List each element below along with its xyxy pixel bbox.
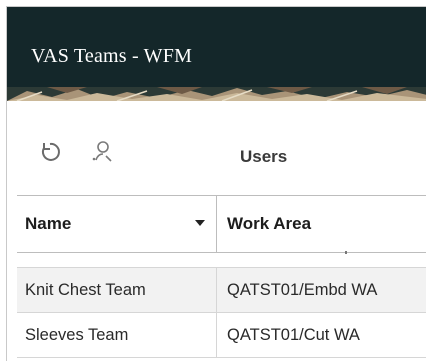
- page-title: VAS Teams - WFM: [31, 45, 193, 67]
- user-search-icon[interactable]: [89, 139, 115, 165]
- users-label[interactable]: Users: [240, 147, 287, 167]
- column-header-work-area-label: Work Area: [227, 214, 312, 233]
- refresh-icon[interactable]: [37, 139, 63, 165]
- cell-work-area: QATST01/Cut WA: [227, 325, 360, 344]
- header-decorative-pattern: [7, 87, 426, 101]
- page-header: VAS Teams - WFM: [7, 7, 426, 101]
- toolbar: Users: [7, 125, 426, 181]
- cell-name: Sleeves Team: [17, 313, 217, 357]
- table-header: Name Work Area: [17, 195, 426, 253]
- app-frame: VAS Teams - WFM Users Name Work Area Kni…: [6, 6, 426, 361]
- cell-name: Knit Chest Team: [17, 268, 217, 312]
- teams-table: Name Work Area Knit Chest Team QATST01/E…: [17, 195, 426, 358]
- sort-dropdown-icon[interactable]: [195, 220, 205, 226]
- cell-work-area: QATST01/Embd WA: [227, 280, 378, 299]
- table-spacer: [17, 251, 426, 268]
- column-header-name[interactable]: Name: [17, 196, 217, 252]
- column-header-name-label: Name: [25, 214, 72, 233]
- column-header-work-area[interactable]: Work Area: [217, 196, 426, 252]
- table-row[interactable]: Knit Chest Team QATST01/Embd WA: [17, 268, 426, 313]
- table-row[interactable]: Sleeves Team QATST01/Cut WA: [17, 313, 426, 358]
